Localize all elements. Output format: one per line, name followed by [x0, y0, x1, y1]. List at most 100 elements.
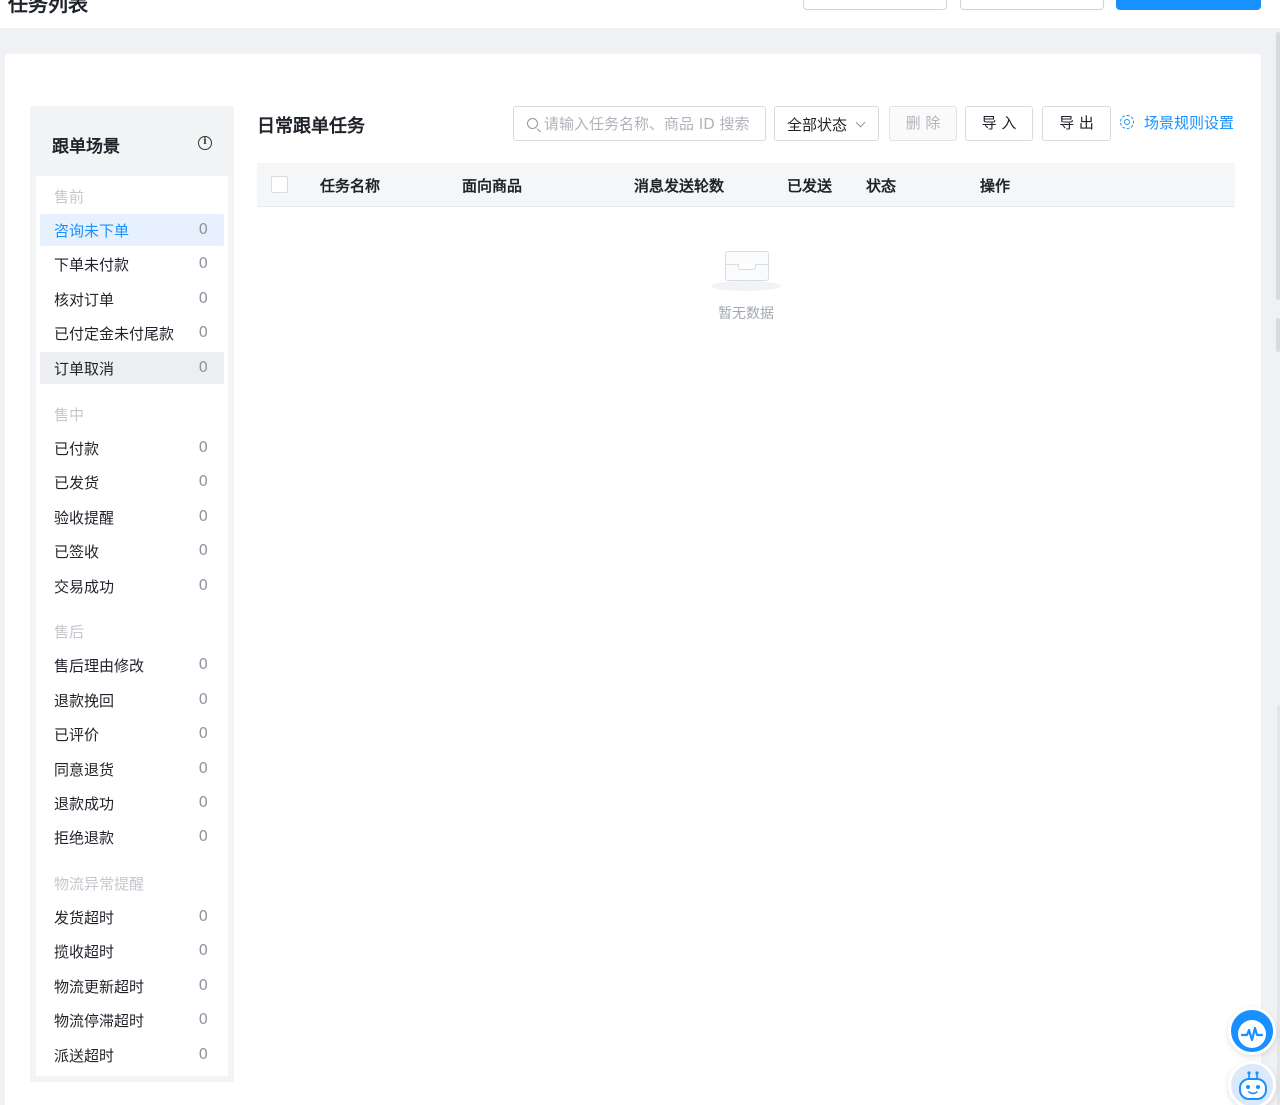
sidebar-item[interactable]: 派送超时 0: [40, 1039, 224, 1071]
empty-inbox-icon: [711, 245, 781, 291]
sidebar-item-count: 0: [198, 472, 208, 490]
chevron-down-icon: [855, 117, 866, 128]
status-select[interactable]: 全部状态: [774, 106, 879, 141]
column-header: 消息发送轮数: [634, 177, 725, 195]
sidebar-header: 跟单场景 i: [30, 106, 234, 176]
empty-text: 暂无数据: [718, 306, 774, 322]
sidebar-item-label: 已签收: [54, 543, 100, 561]
sidebar-item-count: 0: [198, 1045, 208, 1063]
sidebar-item[interactable]: 已发货 0: [40, 466, 224, 498]
sidebar-item[interactable]: 退款成功 0: [40, 787, 224, 819]
group-label-insale: 售中: [54, 406, 85, 424]
sidebar-item[interactable]: 物流停滞超时 0: [40, 1004, 224, 1036]
sidebar-item-count: 0: [198, 438, 208, 456]
sidebar-item[interactable]: 同意退货 0: [40, 753, 224, 785]
sidebar-item-count: 0: [198, 759, 208, 777]
column-header: 面向商品: [462, 177, 523, 195]
sidebar-item-label: 同意退货: [54, 761, 115, 779]
search-icon: [527, 118, 538, 129]
gear-icon: [1119, 114, 1135, 130]
sidebar-item-count: 0: [198, 907, 208, 925]
sidebar-item[interactable]: 已签收 0: [40, 535, 224, 567]
scene-sidebar: 跟单场景 i 售前 咨询未下单 0 下单未付款 0 核对订单 0 已付定金未付尾款 0 …: [30, 106, 234, 1082]
sidebar-item-label: 派送超时: [54, 1047, 115, 1065]
group-label-logistics: 物流异常提醒: [54, 875, 145, 893]
sidebar-item-count: 0: [198, 289, 208, 307]
sidebar-item-label: 交易成功: [54, 578, 115, 596]
sidebar-item-label: 物流停滞超时: [54, 1012, 145, 1030]
assistant-float-button[interactable]: [1228, 1061, 1276, 1105]
column-header: 操作: [980, 177, 1011, 195]
sidebar-item[interactable]: 交易成功 0: [40, 570, 224, 602]
sidebar-item-label: 已评价: [54, 726, 100, 744]
sidebar-item-count: 0: [198, 690, 208, 708]
sidebar-item-count: 0: [198, 220, 208, 238]
sidebar-item[interactable]: 退款挽回 0: [40, 684, 224, 716]
info-icon[interactable]: i: [198, 136, 212, 150]
sidebar-item[interactable]: 咨询未下单 0: [40, 214, 224, 246]
top-action-button-2[interactable]: [960, 0, 1104, 10]
sidebar-list: 售前 咨询未下单 0 下单未付款 0 核对订单 0 已付定金未付尾款 0 订单取消 0 售…: [36, 176, 228, 1076]
sidebar-item[interactable]: 已评价 0: [40, 718, 224, 750]
sidebar-item-count: 0: [198, 358, 208, 376]
sidebar-item[interactable]: 拒绝退款 0: [40, 821, 224, 853]
sidebar-item-count: 0: [198, 507, 208, 525]
delete-button[interactable]: 删 除: [889, 106, 957, 141]
import-button[interactable]: 导 入: [965, 106, 1033, 141]
sidebar-item-label: 已发货: [54, 474, 100, 492]
group-label-presale: 售前: [54, 188, 85, 206]
main-title: 日常跟单任务: [257, 116, 365, 137]
monitor-float-button[interactable]: [1228, 1007, 1276, 1055]
table-header: 任务名称 面向商品 消息发送轮数 已发送 状态 操作: [257, 163, 1235, 207]
export-button[interactable]: 导 出: [1042, 106, 1111, 141]
sidebar-item-count: 0: [198, 976, 208, 994]
sidebar-item-label: 退款挽回: [54, 692, 115, 710]
sidebar-item[interactable]: 揽收超时 0: [40, 935, 224, 967]
sidebar-item[interactable]: 已付款 0: [40, 432, 224, 464]
search-input[interactable]: [544, 107, 762, 140]
top-primary-button[interactable]: [1116, 0, 1261, 10]
rule-settings-link[interactable]: 场景规则设置: [1119, 106, 1234, 141]
sidebar-item-count: 0: [198, 541, 208, 559]
page-title: 任务列表: [8, 0, 88, 16]
sidebar-item-label: 退款成功: [54, 795, 115, 813]
sidebar-item-count: 0: [198, 655, 208, 673]
sidebar-item-count: 0: [198, 827, 208, 845]
top-bar: 任务列表: [0, 0, 1280, 28]
sidebar-item[interactable]: 发货超时 0: [40, 901, 224, 933]
sidebar-item[interactable]: 验收提醒 0: [40, 501, 224, 533]
search-box[interactable]: [513, 106, 766, 141]
select-all-checkbox[interactable]: [271, 176, 288, 193]
sidebar-item[interactable]: 核对订单 0: [40, 283, 224, 315]
sidebar-item-label: 验收提醒: [54, 509, 115, 527]
robot-icon: [1239, 1071, 1267, 1100]
sidebar-item-count: 0: [198, 1010, 208, 1028]
column-header: 任务名称: [320, 177, 381, 195]
sidebar-item[interactable]: 已付定金未付尾款 0: [40, 317, 224, 349]
sidebar-item-label: 已付定金未付尾款: [54, 325, 175, 343]
sidebar-item[interactable]: 下单未付款 0: [40, 248, 224, 280]
column-header: 已发送: [787, 177, 833, 195]
top-action-button-1[interactable]: [803, 0, 947, 10]
sidebar-item-label: 拒绝退款: [54, 829, 115, 847]
sidebar-item[interactable]: 售后理由修改 0: [40, 649, 224, 681]
sidebar-item-count: 0: [198, 323, 208, 341]
sidebar-item-label: 发货超时: [54, 909, 115, 927]
scrollbar[interactable]: [1276, 32, 1280, 300]
sidebar-item[interactable]: 物流更新超时 0: [40, 970, 224, 1002]
scrollbar-thumb[interactable]: [1276, 318, 1280, 352]
sidebar-item[interactable]: 订单取消 0: [40, 352, 224, 384]
rule-settings-label: 场景规则设置: [1144, 114, 1235, 132]
sidebar-item-count: 0: [198, 576, 208, 594]
empty-state: 暂无数据: [700, 245, 792, 323]
sidebar-item-label: 售后理由修改: [54, 657, 145, 675]
content-card: 跟单场景 i 售前 咨询未下单 0 下单未付款 0 核对订单 0 已付定金未付尾款 0 …: [5, 54, 1261, 1105]
column-header: 状态: [866, 177, 897, 195]
status-select-value: 全部状态: [787, 116, 848, 134]
pulse-icon: [1238, 1020, 1266, 1048]
sidebar-item-label: 下单未付款: [54, 256, 130, 274]
sidebar-item-count: 0: [198, 941, 208, 959]
group-label-aftersale: 售后: [54, 623, 85, 641]
sidebar-item-label: 订单取消: [54, 360, 115, 378]
sidebar-item-count: 0: [198, 254, 208, 272]
